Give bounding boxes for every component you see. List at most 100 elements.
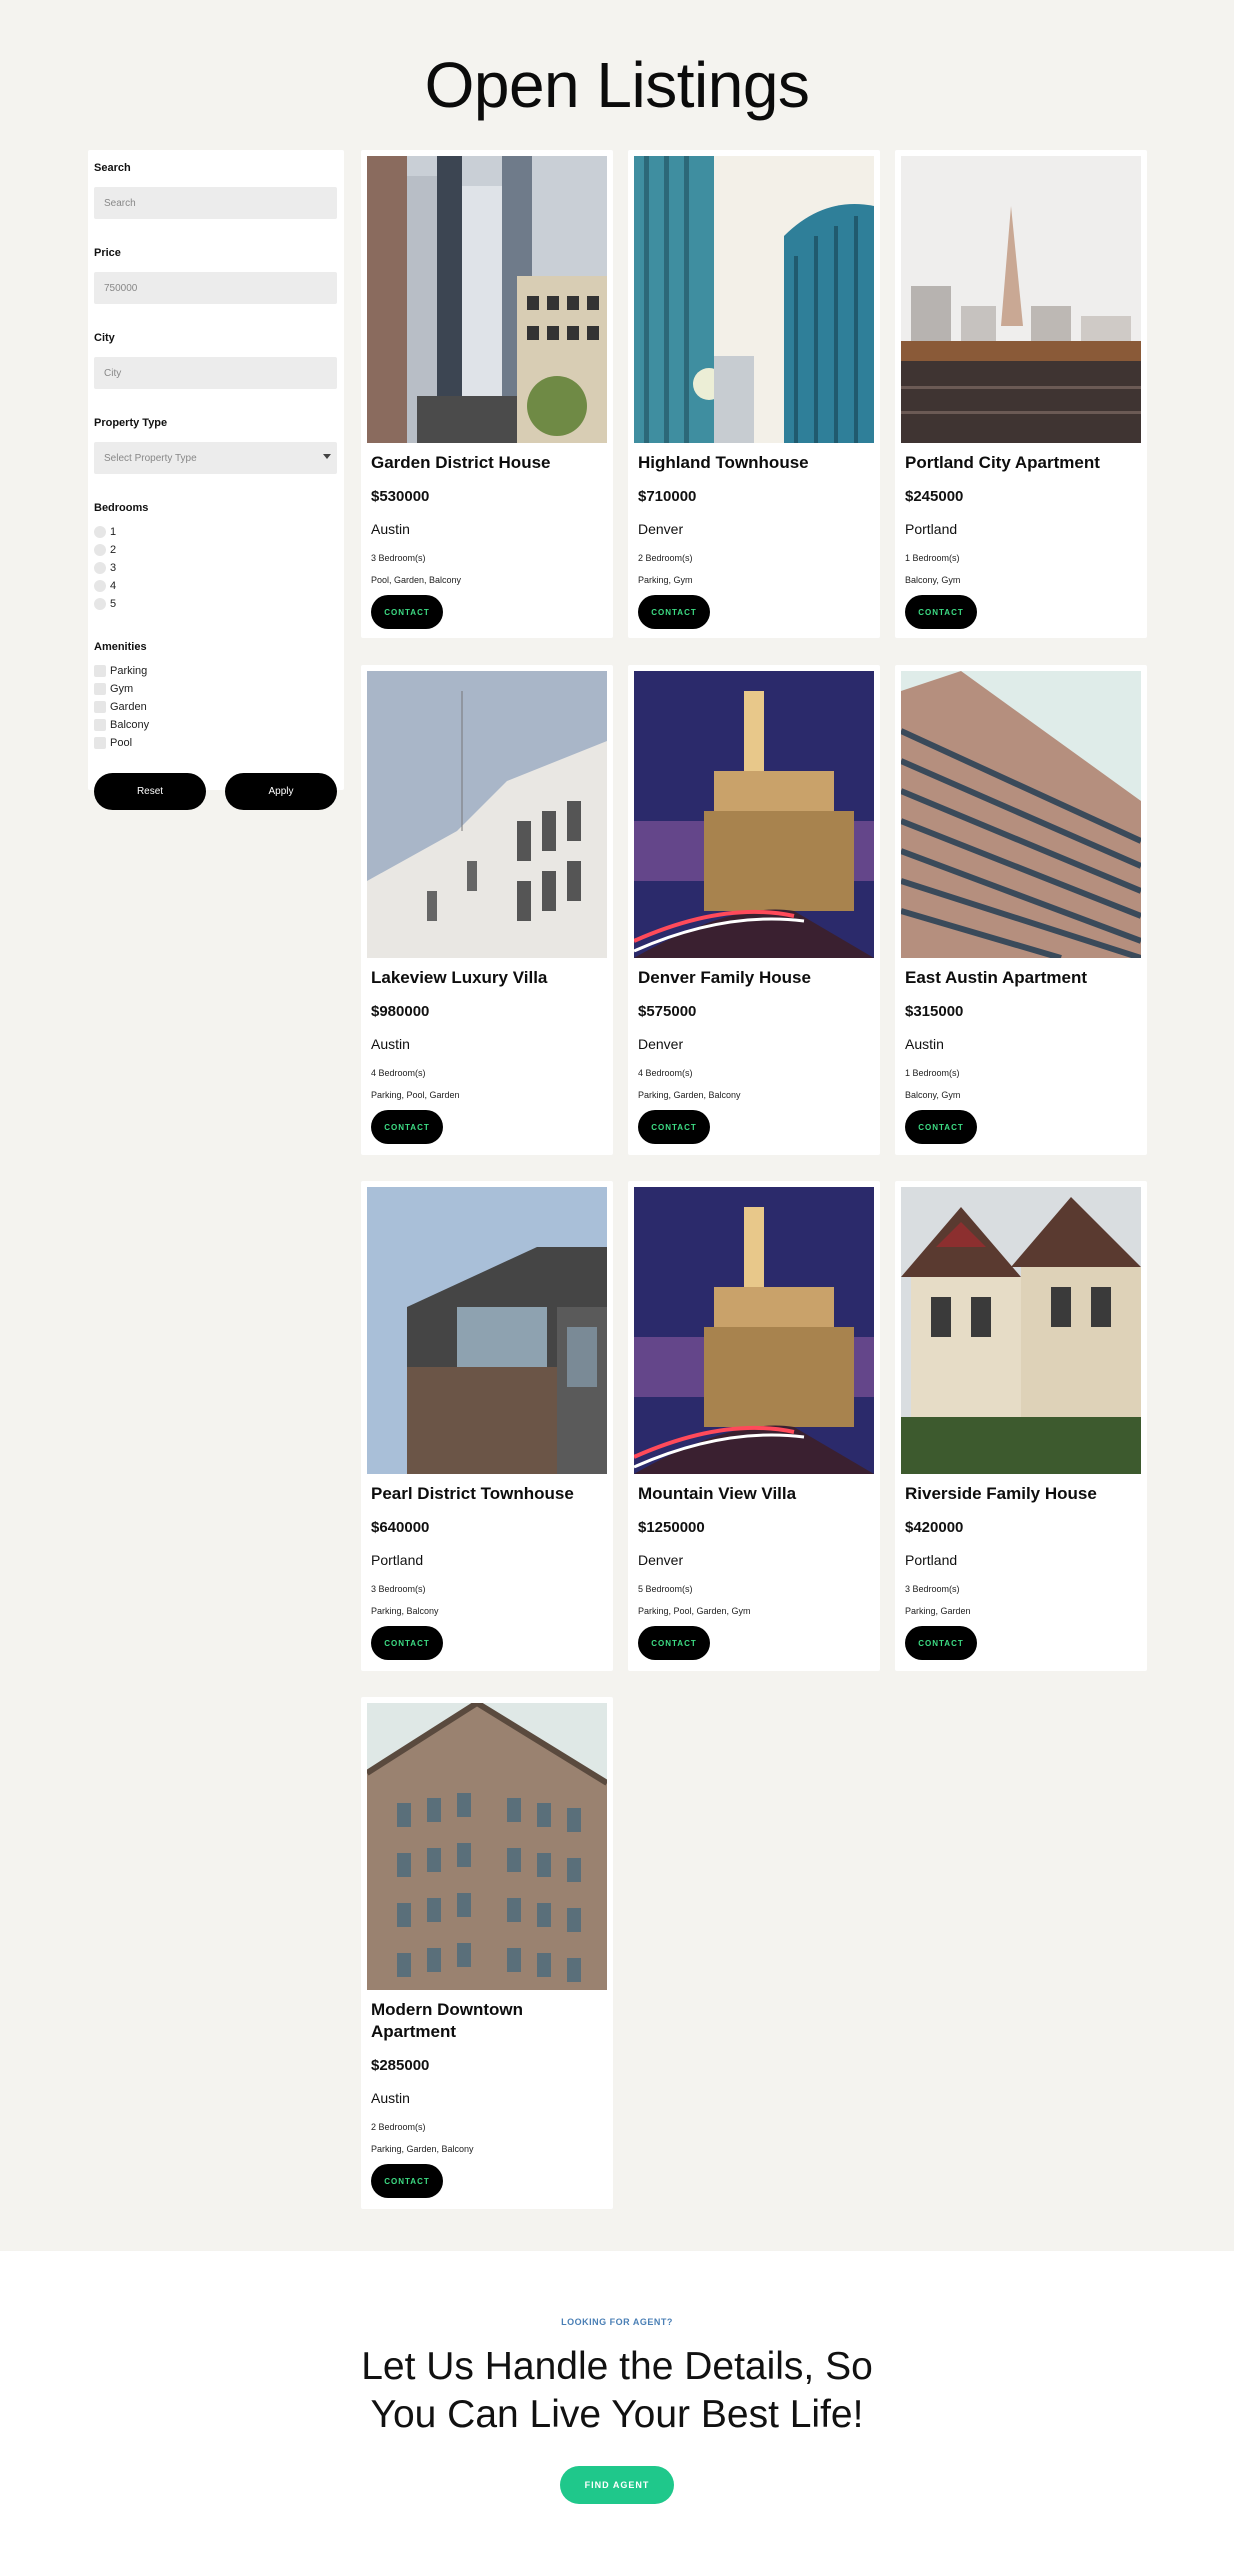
listing-title: Lakeview Luxury Villa <box>371 968 548 987</box>
search-input[interactable]: Search <box>94 187 337 219</box>
find-agent-button[interactable]: FIND AGENT <box>560 2466 674 2505</box>
listing-city: Austin <box>905 1036 944 1053</box>
listing-city: Austin <box>371 2090 410 2107</box>
amenities-label: Amenities <box>94 641 147 653</box>
listing-card: Portland City Apartment $245000 Portland… <box>895 150 1147 638</box>
price-label: Price <box>94 247 121 259</box>
modern-house-photo <box>367 1187 607 1474</box>
contact-button[interactable]: CONTACT <box>905 1110 977 1145</box>
listing-amenities: Parking, Pool, Garden <box>371 1090 460 1101</box>
contact-button[interactable]: CONTACT <box>905 595 977 630</box>
city-filter: City City <box>94 332 338 389</box>
property-type-label: Property Type <box>94 417 168 429</box>
listing-title: East Austin Apartment <box>905 968 1087 987</box>
listing-title: Riverside Family House <box>905 1484 1097 1503</box>
listing-amenities: Pool, Garden, Balcony <box>371 575 462 586</box>
radio-icon[interactable] <box>94 598 106 610</box>
agent-cta-section: LOOKING FOR AGENT? Let Us Handle the Det… <box>0 2251 1234 2560</box>
listing-card: Pearl District Townhouse $640000 Portlan… <box>361 1181 613 1671</box>
bedrooms-filter: Bedrooms 1 2 3 4 5 <box>94 502 338 613</box>
listing-title: Denver Family House <box>638 968 811 987</box>
checkbox-icon[interactable] <box>94 719 106 731</box>
listing-city: Denver <box>638 1036 684 1053</box>
listing-title: Garden District House <box>371 453 551 472</box>
listing-price: $640000 <box>371 1519 430 1537</box>
listing-amenities: Parking, Pool, Garden, Gym <box>638 1606 751 1617</box>
amenity-option-parking[interactable]: Parking <box>94 662 338 680</box>
radio-icon[interactable] <box>94 544 106 556</box>
listing-bedrooms: 2 Bedroom(s) <box>638 553 693 564</box>
checkbox-icon[interactable] <box>94 737 106 749</box>
contact-button[interactable]: CONTACT <box>371 595 443 630</box>
listing-city: Portland <box>905 1552 958 1569</box>
contact-button[interactable]: CONTACT <box>638 1110 710 1145</box>
white-building-photo <box>367 671 607 958</box>
listing-bedrooms: 3 Bedroom(s) <box>371 553 426 564</box>
amenity-option-garden[interactable]: Garden <box>94 698 338 716</box>
listing-city: Austin <box>371 521 410 538</box>
listing-title: Highland Townhouse <box>638 453 809 472</box>
contact-button[interactable]: CONTACT <box>638 595 710 630</box>
page-title: Open Listings <box>424 49 810 121</box>
amenities-filter: Amenities Parking Gym Garden Balcony Poo… <box>94 641 338 752</box>
apply-button[interactable]: Apply <box>225 773 337 810</box>
chevron-down-icon <box>323 454 331 459</box>
radio-icon[interactable] <box>94 580 106 592</box>
checkbox-icon[interactable] <box>94 701 106 713</box>
waterfront-skyline-photo <box>901 156 1141 443</box>
radio-icon[interactable] <box>94 526 106 538</box>
listing-card: Lakeview Luxury Villa $980000 Austin 4 B… <box>361 665 613 1155</box>
bedroom-option-4[interactable]: 4 <box>94 577 338 595</box>
listing-bedrooms: 5 Bedroom(s) <box>638 1584 693 1595</box>
clock-tower-night-photo <box>634 1187 874 1474</box>
search-label: Search <box>94 162 131 174</box>
listing-city: Portland <box>371 1552 424 1569</box>
city-input[interactable]: City <box>94 357 337 389</box>
bedroom-option-5[interactable]: 5 <box>94 595 338 613</box>
bedroom-option-3[interactable]: 3 <box>94 559 338 577</box>
listing-bedrooms: 1 Bedroom(s) <box>905 1068 960 1079</box>
listing-price: $285000 <box>371 2057 430 2075</box>
listing-amenities: Balcony, Gym <box>905 575 961 586</box>
listing-price: $1250000 <box>638 1519 705 1537</box>
cta-headline: Let Us Handle the Details, So You Can Li… <box>361 2345 873 2436</box>
listing-amenities: Parking, Garden, Balcony <box>638 1090 741 1101</box>
price-filter: Price 750000 <box>94 247 338 304</box>
high-rise-facade-photo <box>901 671 1141 958</box>
checkbox-icon[interactable] <box>94 683 106 695</box>
checkbox-icon[interactable] <box>94 665 106 677</box>
bedroom-option-1[interactable]: 1 <box>94 523 338 541</box>
listing-city: Austin <box>371 1036 410 1053</box>
city-street-photo <box>367 156 607 443</box>
contact-button[interactable]: CONTACT <box>905 1626 977 1661</box>
amenity-option-pool[interactable]: Pool <box>94 734 338 752</box>
listing-card: Riverside Family House $420000 Portland … <box>895 1181 1147 1671</box>
listing-price: $530000 <box>371 488 430 506</box>
listing-bedrooms: 4 Bedroom(s) <box>638 1068 693 1079</box>
clock-tower-night-photo <box>634 671 874 958</box>
listing-title: Modern Downtown Apartment <box>371 2000 524 2042</box>
listing-city: Portland <box>905 521 958 538</box>
property-type-filter: Property Type Select Property Type <box>94 417 338 474</box>
property-type-select[interactable]: Select Property Type <box>94 442 337 474</box>
city-label: City <box>94 332 115 344</box>
amenity-option-balcony[interactable]: Balcony <box>94 716 338 734</box>
listing-amenities: Parking, Garden, Balcony <box>371 2144 474 2155</box>
radio-icon[interactable] <box>94 562 106 574</box>
contact-button[interactable]: CONTACT <box>638 1626 710 1661</box>
listing-card: Highland Townhouse $710000 Denver 2 Bedr… <box>628 150 880 638</box>
listing-bedrooms: 4 Bedroom(s) <box>371 1068 426 1079</box>
amenity-option-gym[interactable]: Gym <box>94 680 338 698</box>
bedroom-option-2[interactable]: 2 <box>94 541 338 559</box>
listing-city: Denver <box>638 521 684 538</box>
contact-button[interactable]: CONTACT <box>371 1110 443 1145</box>
listing-price: $420000 <box>905 1519 964 1537</box>
price-input[interactable]: 750000 <box>94 272 337 304</box>
listing-price: $575000 <box>638 1003 697 1021</box>
glass-towers-photo <box>634 156 874 443</box>
listing-card: Mountain View Villa $1250000 Denver 5 Be… <box>628 1181 880 1671</box>
listing-card: Garden District House $530000 Austin 3 B… <box>361 150 613 638</box>
contact-button[interactable]: CONTACT <box>371 2164 443 2199</box>
contact-button[interactable]: CONTACT <box>371 1626 443 1661</box>
reset-button[interactable]: Reset <box>94 773 206 810</box>
